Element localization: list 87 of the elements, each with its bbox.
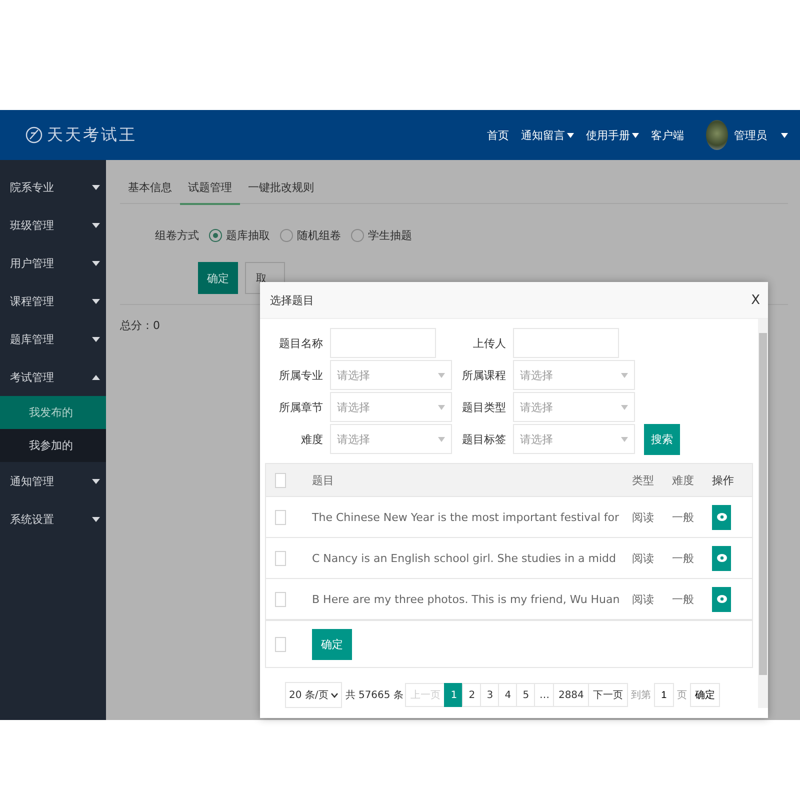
user-menu[interactable]: 管理员: [734, 128, 767, 142]
page-button[interactable]: 3: [480, 683, 500, 707]
view-button[interactable]: [712, 546, 731, 570]
next-page-button[interactable]: 下一页: [588, 683, 628, 707]
table-cell-text: C Nancy is an English school girl. She studies in a midd: [312, 552, 618, 564]
sidebar-item[interactable]: 系统设置: [10, 512, 54, 526]
text-field[interactable]: [330, 328, 436, 358]
search-button[interactable]: 搜索: [644, 424, 680, 454]
column-header: 类型: [632, 472, 655, 488]
filter-label: 所属章节: [278, 400, 323, 414]
filter-label: 题目类型: [461, 400, 506, 414]
text-field[interactable]: [513, 328, 619, 358]
checkbox[interactable]: [275, 592, 286, 606]
filter-label: 题目名称: [278, 336, 323, 350]
scrollbar[interactable]: [758, 319, 768, 708]
caret-down-icon: [621, 372, 628, 378]
sidebar-item[interactable]: 班级管理: [10, 218, 54, 232]
page-button[interactable]: 2884: [553, 683, 589, 707]
nav-link[interactable]: 通知留言: [521, 128, 565, 142]
page-input[interactable]: 1: [654, 683, 674, 707]
avatar[interactable]: [706, 120, 728, 150]
view-button[interactable]: [712, 504, 731, 530]
confirm-button[interactable]: 确定: [312, 628, 352, 660]
sidebar-item[interactable]: 课程管理: [10, 294, 54, 308]
view-button[interactable]: [712, 586, 731, 612]
nav-link[interactable]: 客户端: [651, 128, 684, 142]
caret-down-icon: [438, 372, 445, 378]
checkbox[interactable]: [275, 510, 286, 524]
eye-icon: [716, 513, 726, 521]
column-header: 操作: [712, 472, 735, 488]
tab[interactable]: 试题管理: [180, 172, 240, 205]
radio-label: 题库抽取: [226, 228, 270, 242]
caret-down-icon: [438, 404, 445, 410]
sidebar-item[interactable]: 院系专业: [10, 180, 54, 194]
table-cell-text: 一般: [672, 510, 695, 524]
filter-label: 难度: [300, 432, 323, 446]
confirm-button[interactable]: 确定: [198, 262, 238, 294]
radio-button[interactable]: [209, 228, 222, 242]
go-button[interactable]: 确定: [690, 683, 720, 707]
page-button[interactable]: 1: [444, 683, 464, 707]
sidebar-subitem[interactable]: 我发布的: [0, 396, 106, 429]
filter-label: 题目标签: [461, 432, 506, 446]
total-count: 共 57665 条: [345, 688, 404, 702]
table-cell-text: 阅读: [632, 550, 655, 566]
nav-link[interactable]: 首页: [487, 128, 509, 142]
filter-label: 所属课程: [461, 368, 506, 382]
radio-button[interactable]: [351, 228, 364, 242]
logo-icon: [25, 126, 43, 144]
caret-down-icon: [438, 436, 445, 442]
table-cell-text: 阅读: [632, 510, 655, 524]
sidebar-item[interactable]: 题库管理: [10, 332, 54, 346]
radio-label: 学生抽题: [368, 228, 412, 242]
goto-label: 到第: [630, 689, 651, 702]
page-unit: 页: [676, 689, 687, 702]
eye-icon: [716, 554, 726, 562]
tab[interactable]: 基本信息: [120, 172, 180, 203]
radio-label: 随机组卷: [297, 228, 341, 242]
logo-text: 天天考试王: [47, 124, 137, 146]
table-cell-text: The Chinese New Year is the most important festival for: [312, 510, 620, 524]
checkbox[interactable]: [275, 636, 286, 652]
table-cell-text: 阅读: [632, 592, 655, 606]
filter-label: 上传人: [472, 336, 506, 350]
compose-label: 组卷方式: [155, 228, 199, 242]
caret-down-icon: [781, 132, 788, 138]
table-cell-text: B Here are my three photos. This is my friend, Wu Huan: [312, 592, 621, 606]
checkbox[interactable]: [275, 550, 286, 566]
nav-link[interactable]: 使用手册: [586, 128, 630, 142]
radio-button[interactable]: [280, 228, 293, 242]
sidebar-subitem[interactable]: 我参加的: [0, 429, 106, 462]
caret-down-icon: [621, 404, 628, 410]
column-header: 难度: [672, 472, 695, 488]
page-button[interactable]: 5: [516, 683, 536, 707]
column-header: 题目: [312, 472, 335, 488]
checkbox[interactable]: [275, 472, 286, 488]
table-cell-text: 一般: [672, 550, 695, 566]
sidebar-item[interactable]: 用户管理: [10, 256, 54, 270]
page-button[interactable]: 4: [498, 683, 518, 707]
page-button[interactable]: 2: [462, 683, 482, 707]
table-cell-text: 一般: [672, 592, 695, 606]
sidebar-item[interactable]: 通知管理: [10, 474, 54, 488]
caret-down-icon: [621, 436, 628, 442]
tab[interactable]: 一键批改规则: [240, 172, 322, 203]
sidebar-item[interactable]: 考试管理: [10, 370, 54, 384]
chevron-down-icon: [331, 692, 338, 698]
eye-icon: [716, 595, 726, 603]
filter-label: 所属专业: [278, 368, 323, 382]
page-button[interactable]: …: [534, 683, 554, 707]
